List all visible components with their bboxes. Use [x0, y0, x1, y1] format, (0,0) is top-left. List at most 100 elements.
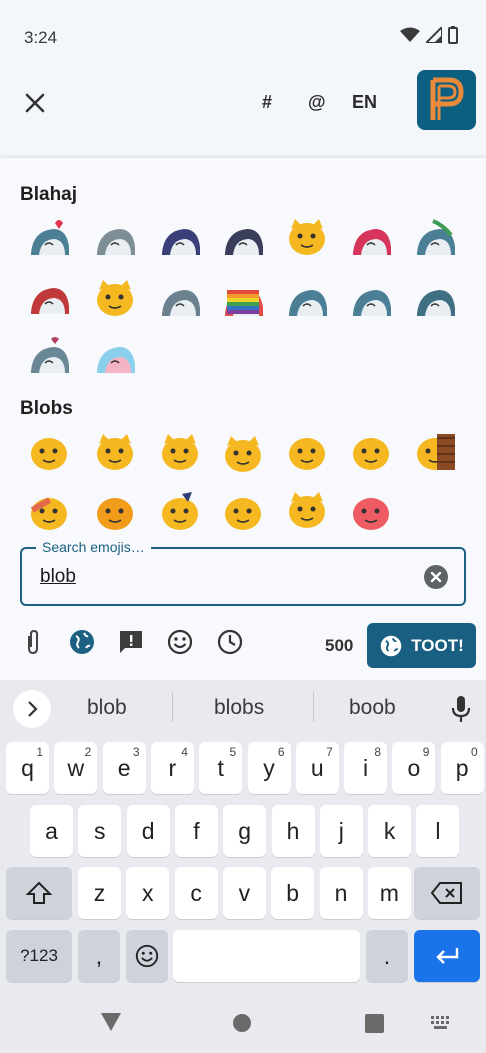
key-v[interactable]: v	[222, 867, 266, 919]
blob-emoji-icon[interactable]	[285, 488, 329, 532]
key-label: m	[379, 879, 399, 906]
suggestion-expand-button[interactable]	[13, 690, 51, 728]
blahaj-emoji-icon[interactable]	[413, 278, 457, 322]
blob-emoji-icon[interactable]	[93, 276, 137, 320]
shift-key[interactable]	[6, 867, 72, 919]
blob-emoji-icon[interactable]	[221, 490, 265, 534]
period-key[interactable]: .	[366, 930, 408, 982]
key-label: f	[193, 817, 200, 844]
toot-button[interactable]: TOOT!	[367, 623, 476, 668]
blahaj-emoji-icon[interactable]	[93, 217, 137, 261]
key-label: b	[286, 879, 300, 906]
key-label: u	[310, 754, 324, 781]
blahaj-emoji-icon[interactable]	[27, 335, 71, 379]
close-icon[interactable]	[20, 88, 50, 118]
suggestion-divider	[172, 692, 173, 722]
blob-emoji-icon[interactable]	[349, 430, 393, 474]
key-g[interactable]: g	[223, 805, 267, 857]
key-i[interactable]: i8	[344, 742, 388, 794]
keyboard-switch-icon[interactable]	[430, 1015, 452, 1031]
key-number-hint: 3	[132, 745, 140, 759]
blob-emoji-icon[interactable]	[349, 490, 393, 534]
key-x[interactable]: x	[126, 867, 170, 919]
enter-key[interactable]	[414, 930, 480, 982]
emoji-search-field[interactable]: Search emojis… blob	[20, 539, 466, 606]
key-r[interactable]: r4	[150, 742, 194, 794]
key-n[interactable]: n	[319, 867, 363, 919]
key-d[interactable]: d	[126, 805, 170, 857]
backspace-key[interactable]	[414, 867, 480, 919]
emoji-key[interactable]	[126, 930, 168, 982]
status-bar: 3:24	[0, 0, 486, 76]
hashtag-button[interactable]: #	[262, 92, 272, 113]
blob-emoji-icon[interactable]	[221, 432, 265, 476]
key-h[interactable]: h	[271, 805, 315, 857]
blahaj-emoji-icon[interactable]	[93, 335, 137, 379]
key-a[interactable]: a	[30, 805, 73, 857]
blob-emoji-icon[interactable]	[285, 215, 329, 259]
blahaj-emoji-icon[interactable]	[413, 217, 457, 261]
key-number-hint: 0	[471, 745, 478, 759]
key-w[interactable]: w2	[54, 742, 98, 794]
key-k[interactable]: k	[368, 805, 412, 857]
key-y[interactable]: y6	[247, 742, 291, 794]
suggestion-1[interactable]: blob	[87, 696, 127, 720]
key-l[interactable]: l	[416, 805, 460, 857]
blob-emoji-icon[interactable]	[27, 430, 71, 474]
key-m[interactable]: m	[367, 867, 411, 919]
key-b[interactable]: b	[271, 867, 315, 919]
key-f[interactable]: f	[174, 805, 218, 857]
key-o[interactable]: o9	[392, 742, 436, 794]
key-j[interactable]: j	[319, 805, 363, 857]
app-logo[interactable]	[417, 70, 476, 130]
back-icon[interactable]	[100, 1012, 122, 1032]
key-c[interactable]: c	[174, 867, 218, 919]
blahaj-emoji-icon[interactable]	[349, 217, 393, 261]
key-number-hint: 7	[326, 745, 333, 759]
attachment-icon[interactable]	[19, 628, 47, 656]
blahaj-emoji-icon[interactable]	[27, 276, 71, 320]
emoji-icon[interactable]	[166, 628, 194, 656]
key-e[interactable]: e3	[102, 742, 146, 794]
symbols-key[interactable]: ?123	[6, 930, 72, 982]
language-button[interactable]: EN	[352, 92, 377, 113]
home-icon[interactable]	[232, 1013, 252, 1033]
key-label: t	[217, 754, 224, 781]
blob-emoji-icon[interactable]	[93, 430, 137, 474]
backspace-icon	[431, 882, 462, 904]
blob-emoji-icon[interactable]	[158, 490, 202, 534]
blahaj-emoji-icon[interactable]	[27, 217, 71, 261]
key-s[interactable]: s	[78, 805, 122, 857]
key-t[interactable]: t5	[199, 742, 243, 794]
globe-icon[interactable]	[68, 628, 96, 656]
blahaj-emoji-icon[interactable]	[158, 278, 202, 322]
recents-icon[interactable]	[365, 1014, 384, 1033]
blob-emoji-icon[interactable]	[93, 490, 137, 534]
blahaj-emoji-icon[interactable]	[285, 278, 329, 322]
key-label: i	[363, 754, 369, 781]
comma-key[interactable]: ,	[78, 930, 120, 982]
suggestion-2[interactable]: blobs	[214, 696, 264, 720]
blahaj-emoji-icon[interactable]	[221, 217, 265, 261]
blob-emoji-icon[interactable]	[285, 430, 329, 474]
blob-emoji-icon[interactable]	[27, 490, 71, 534]
microphone-icon[interactable]	[448, 694, 474, 724]
wifi-icon	[400, 27, 420, 42]
mention-button[interactable]: @	[308, 92, 326, 113]
suggestion-3[interactable]: boob	[349, 696, 396, 720]
search-input[interactable]: blob	[40, 566, 76, 588]
blob-emoji-icon[interactable]	[158, 430, 202, 474]
blahaj-emoji-icon[interactable]	[158, 217, 202, 261]
clear-icon[interactable]	[424, 565, 448, 589]
space-key[interactable]	[173, 930, 360, 982]
key-p[interactable]: p0	[440, 742, 484, 794]
blahaj-emoji-icon[interactable]	[221, 278, 265, 322]
blob-emoji-icon[interactable]	[413, 430, 457, 474]
key-z[interactable]: z	[78, 867, 121, 919]
key-q[interactable]: q1	[6, 742, 49, 794]
key-label: q	[21, 754, 34, 781]
blahaj-emoji-icon[interactable]	[349, 278, 393, 322]
content-warning-icon[interactable]	[117, 628, 145, 656]
key-u[interactable]: u7	[295, 742, 339, 794]
schedule-icon[interactable]	[216, 628, 244, 656]
